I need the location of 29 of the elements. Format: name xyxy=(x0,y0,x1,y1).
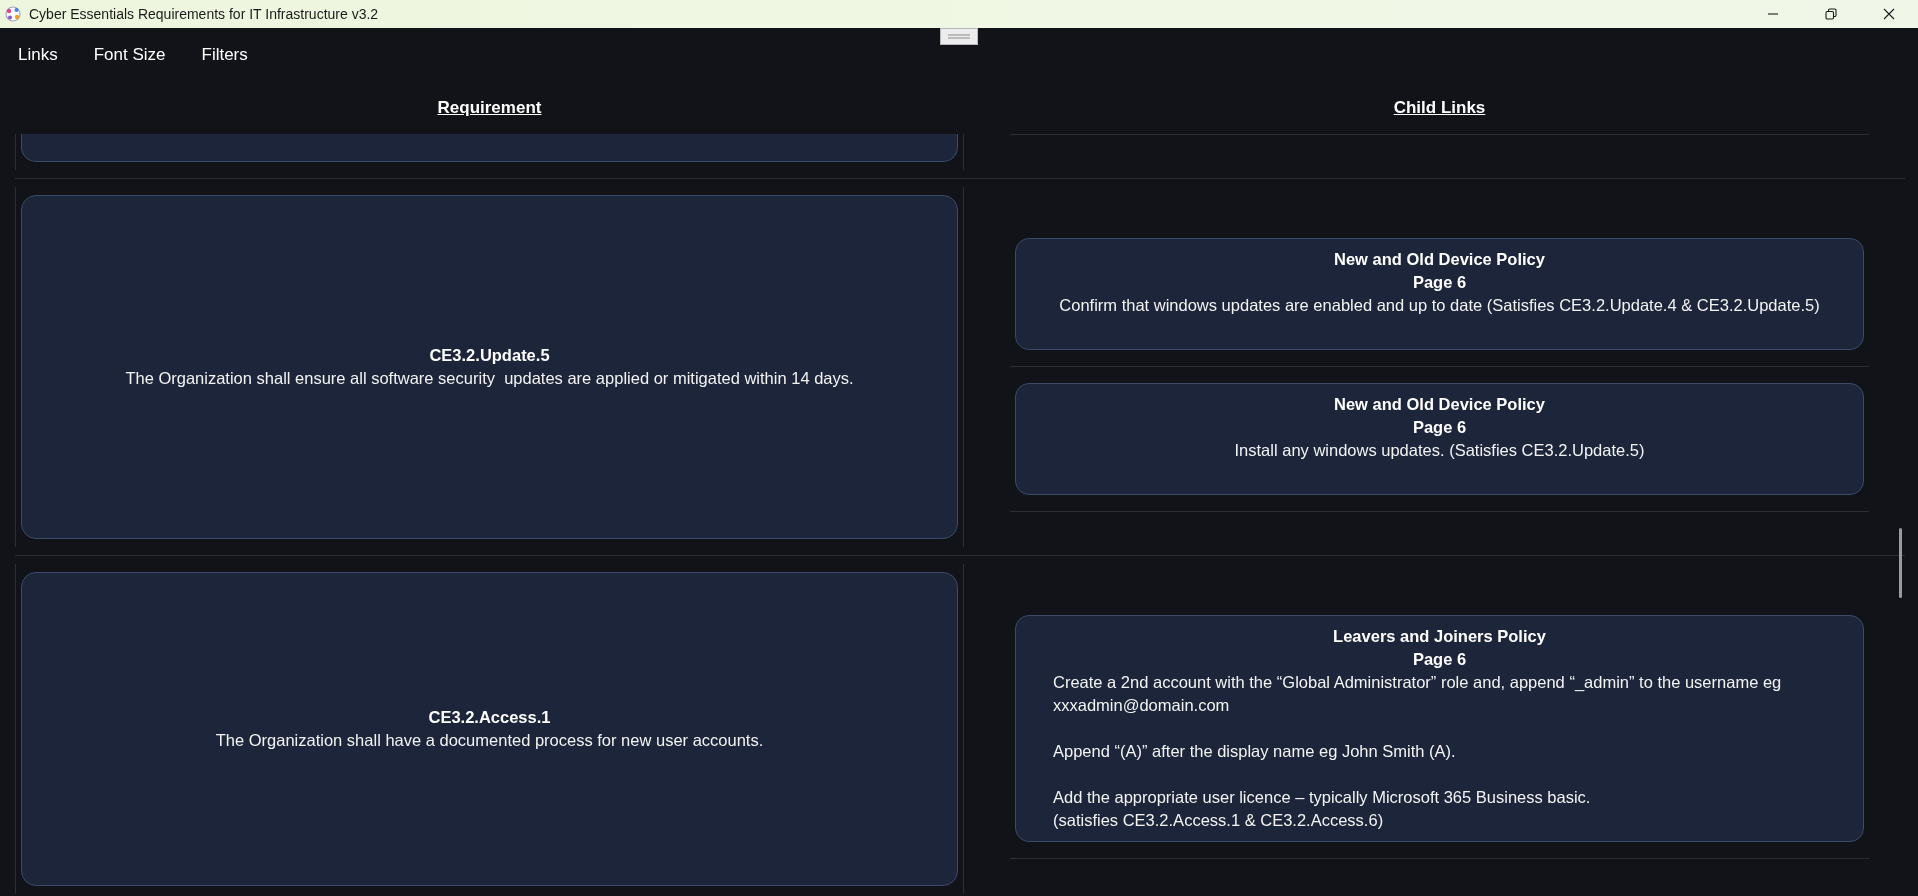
menu-item[interactable]: Filters xyxy=(201,45,248,65)
requirement-id: CE3.2.Access.1 xyxy=(428,707,551,728)
grip-icon[interactable] xyxy=(940,28,978,45)
link-description: Confirm that windows updates are enabled and up to date (Satisfies CE3.2.Update.4 & CE3.2.Update.5) xyxy=(1058,295,1821,316)
page-number: Page 6 xyxy=(1411,417,1468,438)
policy-title: Leavers and Joiners Policy xyxy=(1332,626,1547,647)
requirement-text: The Organization shall have a documented process for new user accounts. xyxy=(215,730,764,751)
policy-title: New and Old Device Policy xyxy=(1333,249,1546,270)
window-title: Cyber Essentials Requirements for IT Infrastructure v3.2 xyxy=(29,6,380,22)
close-icon xyxy=(1883,8,1895,20)
page-number: Page 6 xyxy=(1411,649,1468,670)
instruction-text: Add the appropriate user licence – typically Microsoft 365 Business basic. (satisfies CE3.2.Access.1 & CE3.2.Access.6) xyxy=(1053,787,1592,831)
column-header: Child Links xyxy=(1393,98,1486,118)
menu-item[interactable]: Links xyxy=(18,45,58,65)
restore-icon xyxy=(1825,8,1837,20)
requirement-id: CE3.2.Update.5 xyxy=(429,345,550,366)
child-link-card[interactable]: New and Old Device Policy Page 6 Confirm that windows updates are enabled and up to date (Satisfies CE3.2.Update.4 & CE3.2.Update.5) xyxy=(1015,238,1864,350)
policy-title: New and Old Device Policy xyxy=(1333,394,1546,415)
link-description: Install any windows updates. (Satisfies CE3.2.Update.5) xyxy=(1233,440,1646,461)
menu-item[interactable]: Font Size xyxy=(93,45,166,65)
scrollbar-thumb[interactable] xyxy=(1899,528,1902,598)
child-link-card[interactable]: New and Old Device Policy Page 6 Install any windows updates. (Satisfies CE3.2.Update.5) xyxy=(1015,383,1864,495)
app-icon xyxy=(4,5,22,23)
column-header: Requirement xyxy=(437,98,542,118)
instruction-text: Create a 2nd account with the “Global Administrator” role and, append “_admin” to the username eg xxxadmin@domain.com xyxy=(1053,672,1783,716)
child-link-card[interactable] xyxy=(1015,615,1864,842)
instruction-text: Append “(A)” after the display name eg John Smith (A). xyxy=(1053,741,1457,762)
requirement-text: The Organization shall ensure all software security updates are applied or mitigated within 14 days. xyxy=(125,368,854,389)
page-number: Page 6 xyxy=(1411,272,1468,293)
